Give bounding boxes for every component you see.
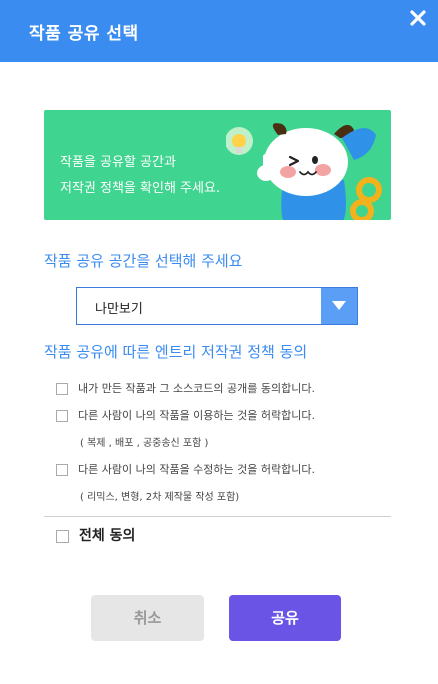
mascot-illustration bbox=[226, 123, 382, 220]
agree-use-checkbox[interactable] bbox=[56, 410, 68, 422]
agree-use-note: ( 복제 , 배포 , 공중송신 포함 ) bbox=[80, 438, 209, 449]
cancel-button[interactable]: 취소 bbox=[91, 595, 204, 641]
agree-source-label: 내가 만든 작품과 그 소스코드의 공개를 동의합니다. bbox=[78, 382, 315, 395]
agree-modify-checkbox[interactable] bbox=[56, 464, 68, 476]
agree-all-label: 전체 동의 bbox=[79, 528, 136, 544]
agree-all-checkbox[interactable] bbox=[56, 529, 69, 543]
policy-agree-use[interactable]: 다른 사람이 나의 작품을 이용하는 것을 허락합니다. bbox=[56, 407, 315, 423]
close-icon[interactable] bbox=[408, 8, 428, 28]
guide-banner: 작품을 공유할 공간과 저작권 정책을 확인해 주세요. bbox=[44, 110, 391, 220]
share-button[interactable]: 공유 bbox=[229, 595, 341, 641]
chevron-down-icon bbox=[332, 301, 346, 310]
dialog-title: 작품 공유 선택 bbox=[29, 24, 139, 44]
policy-agree-source[interactable]: 내가 만든 작품과 그 소스코드의 공개를 동의합니다. bbox=[56, 380, 315, 396]
banner-text-line2: 저작권 정책을 확인해 주세요. bbox=[60, 181, 221, 196]
agree-modify-note: ( 리믹스, 변형, 2차 제작물 작성 포함) bbox=[80, 492, 240, 503]
dropdown-button[interactable] bbox=[321, 288, 357, 324]
agree-use-label: 다른 사람이 나의 작품을 이용하는 것을 허락합니다. bbox=[78, 409, 315, 422]
agree-modify-label: 다른 사람이 나의 작품을 수정하는 것을 허락합니다. bbox=[78, 463, 315, 476]
space-section-title: 작품 공유 공간을 선택해 주세요 bbox=[44, 252, 243, 270]
agree-source-checkbox[interactable] bbox=[56, 383, 68, 395]
policy-section-title: 작품 공유에 따른 엔트리 저작권 정책 동의 bbox=[44, 343, 308, 361]
divider bbox=[44, 516, 391, 517]
agree-all-row[interactable]: 전체 동의 bbox=[56, 525, 135, 545]
dialog-header: 작품 공유 선택 bbox=[0, 0, 438, 62]
banner-text-line1: 작품을 공유할 공간과 bbox=[60, 155, 176, 170]
share-space-select[interactable]: 나만보기 bbox=[76, 287, 358, 325]
selected-space-value: 나만보기 bbox=[95, 302, 143, 317]
policy-agree-modify[interactable]: 다른 사람이 나의 작품을 수정하는 것을 허락합니다. bbox=[56, 461, 315, 477]
